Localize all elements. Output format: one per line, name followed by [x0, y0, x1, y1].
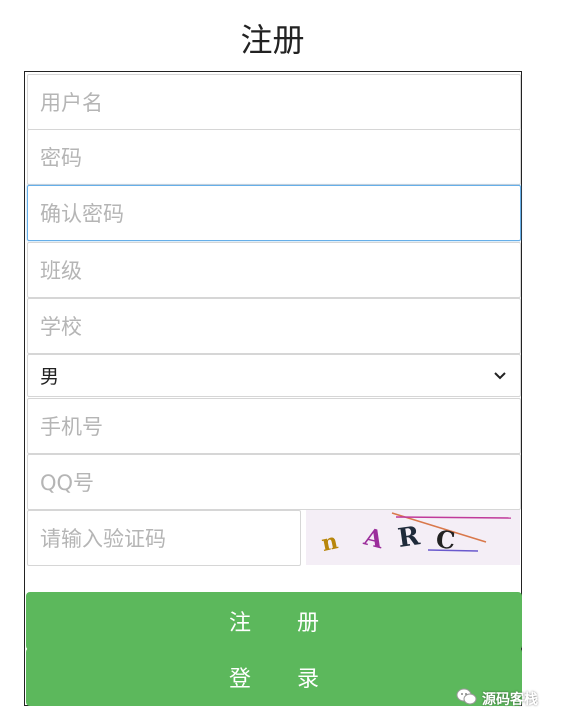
captcha-char: C — [435, 524, 457, 555]
captcha-char: A — [360, 521, 386, 554]
gender-selected-value: 男 — [40, 366, 60, 388]
captcha-char: R — [396, 521, 422, 554]
class-field[interactable]: 班级 — [27, 242, 521, 298]
password-placeholder: 密码 — [40, 146, 82, 170]
wechat-icon — [456, 688, 478, 710]
username-placeholder: 用户名 — [40, 91, 103, 115]
watermark: 源码客栈 — [456, 688, 538, 710]
password-field[interactable]: 密码 — [27, 129, 521, 185]
school-field[interactable]: 学校 — [27, 298, 521, 354]
confirm-password-field[interactable]: 确认密码 — [27, 185, 521, 241]
chevron-down-icon — [492, 368, 508, 384]
login-button[interactable]: 登 录 — [26, 648, 522, 706]
captcha-input[interactable]: 请输入验证码 — [27, 510, 301, 566]
confirm-password-placeholder: 确认密码 — [40, 202, 124, 226]
class-placeholder: 班级 — [40, 259, 82, 283]
qq-placeholder: QQ号 — [40, 471, 95, 495]
captcha-image[interactable]: n A R C — [306, 510, 520, 565]
school-placeholder: 学校 — [40, 315, 82, 339]
qq-field[interactable]: QQ号 — [27, 454, 521, 510]
captcha-char: n — [319, 528, 340, 557]
phone-field[interactable]: 手机号 — [27, 398, 521, 454]
gender-select[interactable]: 男 — [27, 354, 521, 397]
register-form: 用户名 密码 确认密码 班级 学校 男 手机号 QQ号 请输入验证码 n A R… — [24, 71, 522, 706]
captcha-placeholder: 请输入验证码 — [40, 527, 166, 551]
register-button[interactable]: 注 册 — [26, 592, 522, 650]
page-title: 注册 — [240, 21, 305, 59]
watermark-text: 源码客栈 — [482, 692, 538, 708]
phone-placeholder: 手机号 — [40, 415, 103, 439]
username-field[interactable]: 用户名 — [27, 74, 521, 130]
